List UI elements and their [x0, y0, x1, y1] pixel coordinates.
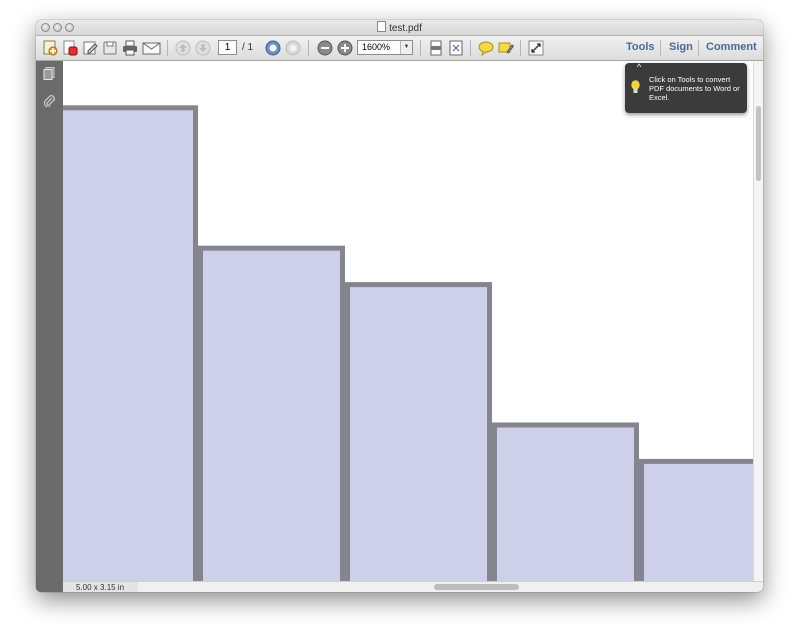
- bar-chart: [63, 105, 753, 581]
- toolbar-separator: [420, 40, 421, 56]
- chart-bar: [492, 422, 639, 581]
- window-title: test.pdf: [389, 23, 422, 34]
- pages-icon[interactable]: [43, 67, 55, 80]
- toolbar-separator: [660, 40, 661, 56]
- open-icon[interactable]: [62, 40, 78, 56]
- zoom-value: 1600%: [362, 42, 391, 52]
- zoom-select[interactable]: 1600% ▼: [357, 40, 413, 55]
- document-view[interactable]: [63, 61, 753, 581]
- first-page-icon[interactable]: [265, 40, 281, 56]
- save-icon[interactable]: [102, 40, 118, 56]
- app-window: test.pdf 1 / 1 1600% ▼ Tools Sign Commen…: [36, 20, 763, 592]
- tools-button[interactable]: Tools: [626, 41, 655, 53]
- page-size-label: 5.00 x 3.15 in: [63, 582, 138, 592]
- zoom-out-icon[interactable]: [317, 40, 333, 56]
- vertical-scroll-thumb[interactable]: [756, 106, 761, 181]
- sign-button[interactable]: Sign: [669, 41, 693, 53]
- chevron-down-icon[interactable]: ▼: [400, 41, 412, 54]
- edit-icon[interactable]: [82, 40, 98, 56]
- page-number-input[interactable]: 1: [218, 40, 237, 55]
- attachments-icon[interactable]: [43, 94, 55, 107]
- highlight-icon[interactable]: [498, 40, 514, 56]
- lightbulb-icon: [631, 80, 640, 93]
- horizontal-scroll-thumb[interactable]: [434, 584, 519, 590]
- chart-bar: [345, 282, 492, 581]
- toolbar-separator: [308, 40, 309, 56]
- toolbar-separator: [698, 40, 699, 56]
- chart-bar: [198, 245, 345, 581]
- title-bar: test.pdf: [36, 20, 763, 36]
- toolbar: 1 / 1 1600% ▼ Tools Sign Comment: [36, 36, 763, 61]
- page-total-label: / 1: [242, 42, 254, 53]
- document-icon: [377, 21, 387, 32]
- create-pdf-icon[interactable]: [42, 40, 58, 56]
- toolbar-separator: [520, 40, 521, 56]
- caret-up-icon[interactable]: ^: [637, 63, 641, 72]
- print-icon[interactable]: [122, 40, 138, 56]
- tooltip-text: Click on Tools to convert PDF documents …: [649, 75, 740, 102]
- toolbar-separator: [470, 40, 471, 56]
- chart-bar: [639, 458, 753, 581]
- comment-icon[interactable]: [478, 40, 494, 56]
- comment-button[interactable]: Comment: [706, 41, 757, 53]
- scroll-mode-icon[interactable]: [428, 40, 444, 56]
- tools-tooltip[interactable]: ^ Click on Tools to convert PDF document…: [625, 63, 747, 113]
- vertical-scrollbar[interactable]: [753, 61, 763, 581]
- toolbar-separator: [167, 40, 168, 56]
- previous-page-icon[interactable]: [175, 40, 191, 56]
- last-page-icon[interactable]: [285, 40, 301, 56]
- status-bar: 5.00 x 3.15 in: [63, 581, 763, 592]
- email-icon[interactable]: [142, 40, 161, 56]
- chart-bar: [63, 105, 198, 581]
- zoom-in-icon[interactable]: [337, 40, 353, 56]
- navigation-sidebar: [36, 61, 64, 592]
- fullscreen-icon[interactable]: [528, 40, 544, 56]
- next-page-icon[interactable]: [195, 40, 211, 56]
- fit-page-icon[interactable]: [448, 40, 464, 56]
